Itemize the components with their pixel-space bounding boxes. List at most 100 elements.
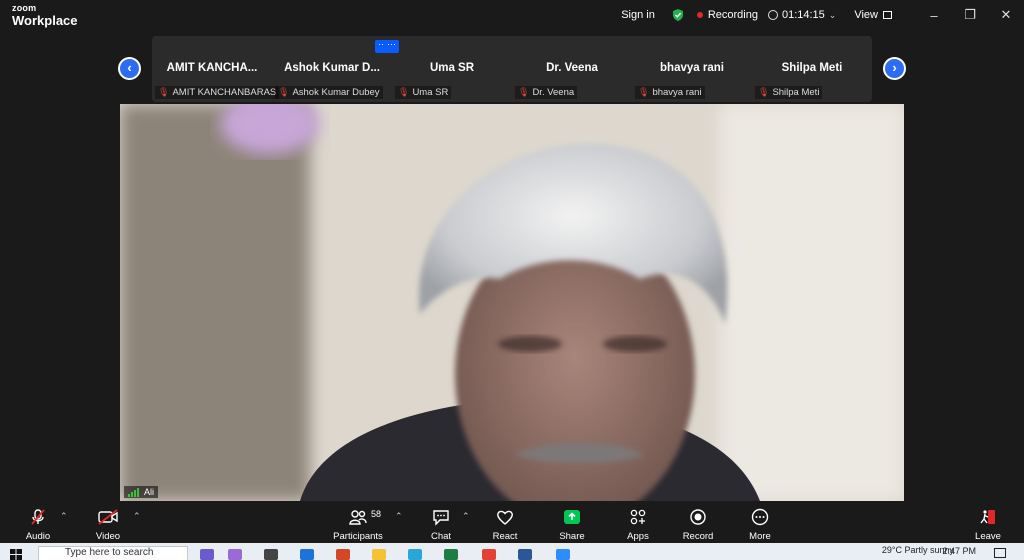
recording-dot-icon: [696, 12, 703, 18]
encryption-shield-icon[interactable]: [671, 8, 685, 22]
participant-tile-name: Shilpa Meti: [781, 62, 843, 74]
view-button[interactable]: View: [854, 9, 892, 21]
share-label: Share: [559, 531, 585, 542]
chrome-icon[interactable]: [482, 549, 496, 560]
muted-mic-icon: 🎙: [278, 87, 290, 97]
taskbar-clock[interactable]: 2:47 PM: [942, 546, 976, 556]
video-off-icon: [98, 509, 118, 525]
muted-mic-icon: [31, 509, 45, 525]
taskbar-search-box[interactable]: Type here to search: [38, 546, 188, 560]
minimize-button[interactable]: –: [916, 8, 952, 23]
react-label: React: [492, 531, 518, 542]
powerpoint-icon[interactable]: [336, 549, 350, 560]
leave-button[interactable]: Leave: [956, 507, 1020, 542]
zoom-logo: zoom Workplace: [12, 3, 78, 28]
participant-label-text: Shilpa Meti: [772, 87, 820, 98]
taskbar-app-icon[interactable]: [200, 549, 214, 560]
record-button[interactable]: Record: [666, 507, 730, 542]
participant-tile-name: Uma SR: [429, 62, 475, 74]
chat-icon: [433, 510, 449, 526]
participant-label-text: Ashok Kumar Dubey: [292, 87, 380, 98]
clock-icon: [767, 10, 778, 20]
participant-strip: AMIT KANCHA... 🎙 AMIT KANCHANBARAS ··· As…: [152, 36, 872, 102]
chevron-down-icon: ⌄: [828, 9, 837, 20]
muted-mic-icon: 🎙: [398, 87, 410, 97]
audio-options-caret-icon[interactable]: ⌃: [60, 511, 68, 522]
react-button[interactable]: React: [473, 507, 537, 542]
participant-tile[interactable]: AMIT KANCHA... 🎙 AMIT KANCHANBARAS: [152, 36, 280, 102]
signal-strength-icon: [128, 487, 140, 497]
previous-page-button[interactable]: ‹: [118, 57, 141, 80]
taskbar-app-icon[interactable]: [228, 549, 242, 560]
muted-mic-icon: 🎙: [158, 87, 170, 97]
leave-label: Leave: [975, 531, 1001, 542]
apps-button[interactable]: Apps: [606, 507, 670, 542]
participant-label: 🎙 Dr. Veena: [515, 86, 578, 99]
participant-label-text: bhavya rani: [652, 87, 702, 98]
folder-icon[interactable]: [372, 549, 386, 560]
participant-label-text: Dr. Veena: [532, 87, 575, 98]
heart-icon: [497, 510, 513, 525]
excel-icon[interactable]: [444, 549, 458, 560]
restore-button[interactable]: ❐: [952, 7, 988, 23]
more-button[interactable]: More: [728, 507, 792, 542]
audio-label: Audio: [25, 531, 51, 542]
participants-count: 58: [371, 509, 382, 519]
record-label: Record: [682, 531, 714, 542]
taskbar-app-icon[interactable]: [264, 549, 278, 560]
close-button[interactable]: ✕: [988, 7, 1024, 23]
sign-in-link[interactable]: Sign in: [621, 9, 655, 21]
leave-icon: [980, 510, 995, 524]
view-label: View: [854, 9, 878, 21]
speaker-name-tag: Ali: [124, 486, 159, 498]
windows-taskbar: Type here to search 29°C Partly sunny 2:…: [0, 543, 1024, 560]
chat-options-caret-icon[interactable]: ⌃: [462, 511, 470, 522]
word-icon[interactable]: [518, 549, 532, 560]
share-screen-icon: [564, 510, 580, 524]
participants-options-caret-icon[interactable]: ⌃: [395, 511, 403, 522]
participant-menu-button[interactable]: ···: [384, 40, 399, 53]
video-options-caret-icon[interactable]: ⌃: [133, 511, 141, 522]
edge-icon[interactable]: [408, 549, 422, 560]
participant-tile[interactable]: bhavya rani 🎙 bhavya rani: [632, 36, 752, 102]
participant-tile-name: Ashok Kumar D...: [284, 62, 380, 74]
participant-tile-name: AMIT KANCHA...: [166, 62, 258, 74]
muted-mic-icon: 🎙: [638, 87, 650, 97]
zoom-window: zoom Workplace Sign in Recording 01:14:1…: [0, 0, 1024, 560]
participants-label: Participants: [333, 531, 383, 542]
gallery-view-icon: [883, 11, 892, 19]
next-page-button[interactable]: ›: [883, 57, 906, 80]
participant-tile[interactable]: ··· Uma SR 🎙 Uma SR: [384, 36, 512, 102]
participant-label: 🎙 Ashok Kumar Dubey: [275, 86, 383, 99]
participant-tile[interactable]: Dr. Veena 🎙 Dr. Veena: [512, 36, 632, 102]
participants-icon: [349, 510, 367, 525]
zoom-icon[interactable]: [556, 549, 570, 560]
video-button[interactable]: Video: [76, 507, 140, 542]
meeting-timer[interactable]: 01:14:15 ⌄: [767, 9, 837, 21]
apps-label: Apps: [627, 531, 649, 542]
recording-indicator[interactable]: Recording: [696, 9, 758, 21]
share-button[interactable]: Share: [540, 507, 604, 542]
participant-tile-name: Dr. Veena: [546, 62, 598, 74]
recording-label: Recording: [707, 9, 758, 21]
muted-mic-icon: 🎙: [518, 87, 530, 97]
more-label: More: [749, 531, 771, 542]
record-icon: [690, 509, 706, 525]
participant-label: 🎙 Shilpa Meti: [755, 86, 823, 99]
notification-icon[interactable]: [994, 548, 1006, 558]
speaker-name: Ali: [144, 487, 155, 497]
participant-label-text: AMIT KANCHANBARAS: [172, 87, 277, 98]
participant-tile[interactable]: Shilpa Meti 🎙 Shilpa Meti: [752, 36, 872, 102]
participant-label: 🎙 AMIT KANCHANBARAS: [155, 86, 280, 99]
windows-start-icon[interactable]: [10, 549, 22, 560]
speaker-video-frame: [120, 104, 904, 501]
participant-label-text: Uma SR: [412, 87, 449, 98]
brand-small: zoom: [12, 3, 37, 13]
more-icon: [751, 508, 769, 526]
participant-tile[interactable]: ··· Ashok Kumar D... 🎙 Ashok Kumar Dubey: [272, 36, 392, 102]
active-speaker-video[interactable]: Ali: [120, 104, 904, 501]
apps-icon: [630, 509, 646, 525]
taskbar-app-icon[interactable]: [300, 549, 314, 560]
muted-mic-icon: 🎙: [758, 87, 770, 97]
timer-value: 01:14:15: [781, 9, 825, 21]
